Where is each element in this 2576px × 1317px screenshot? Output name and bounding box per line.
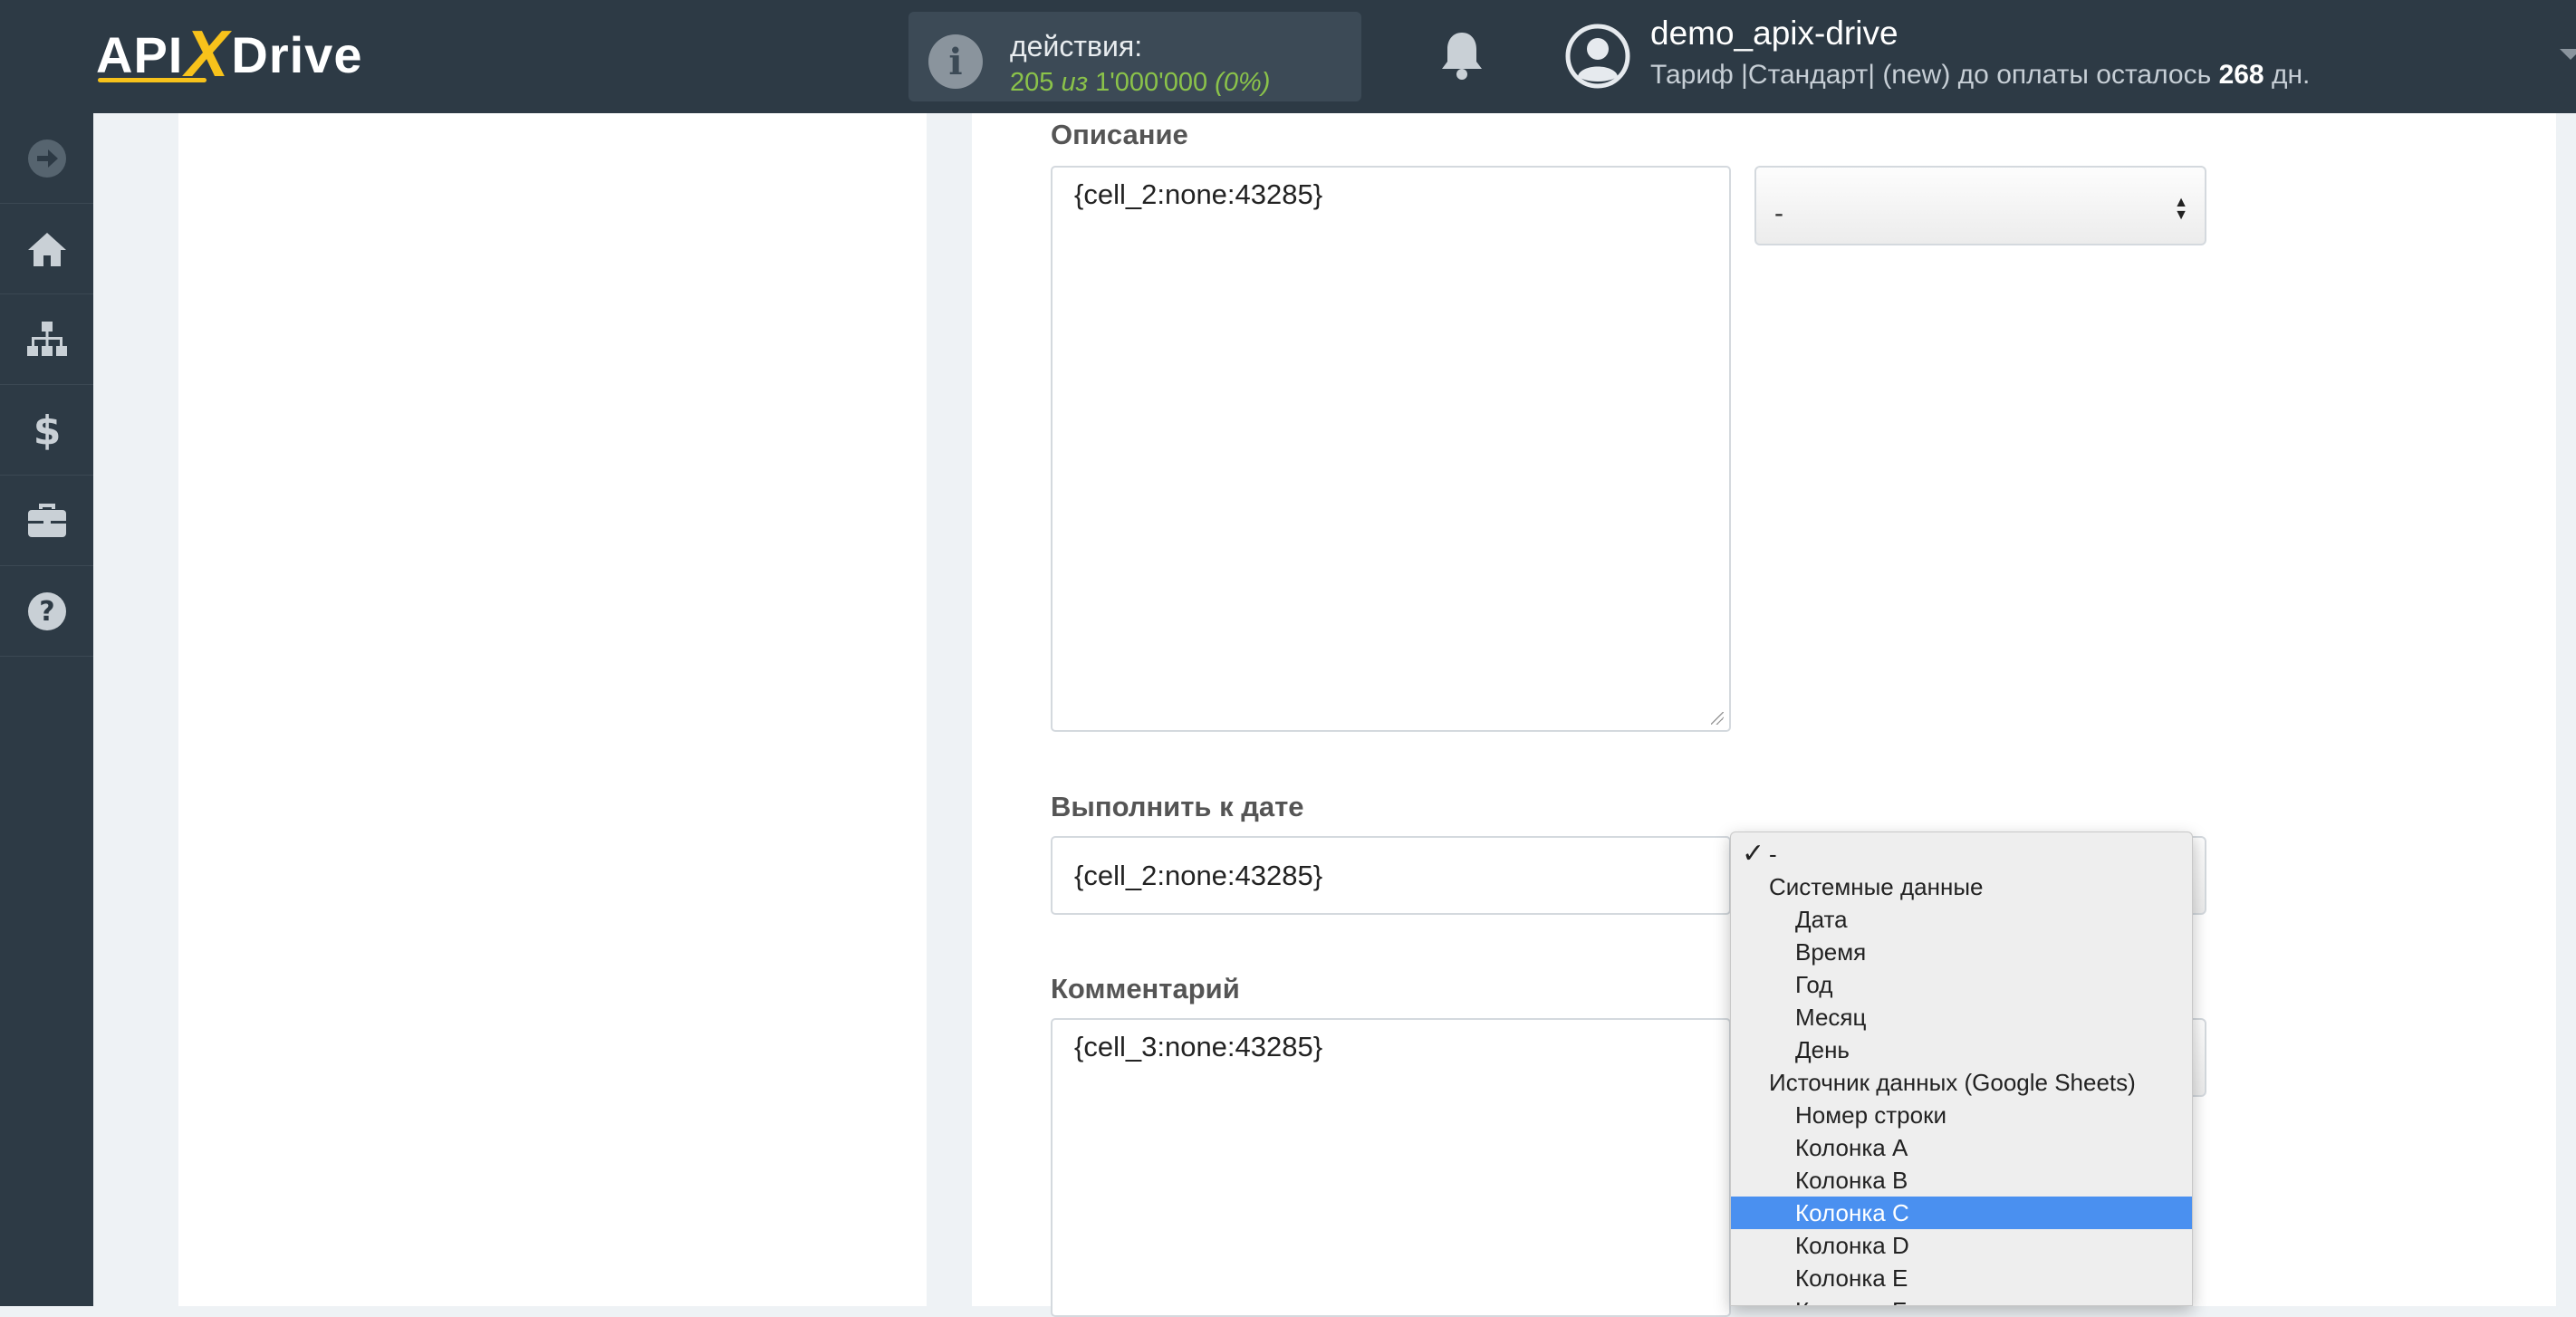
comment-label: Комментарий [1051, 973, 1240, 1005]
dropdown-option-column-b[interactable]: Колонка B [1731, 1164, 2192, 1197]
dropdown-option-column-d[interactable]: Колонка D [1731, 1229, 2192, 1262]
arrow-right-circle-icon [27, 139, 66, 178]
comment-textarea[interactable]: {cell_3:none:43285} [1051, 1018, 1731, 1317]
logo-api: API [96, 25, 184, 83]
actions-percent: (0%) [1215, 68, 1271, 97]
logo-drive: Drive [231, 25, 363, 83]
logo-underline [98, 78, 207, 82]
due-date-label: Выполнить к дате [1051, 791, 1304, 822]
home-icon [27, 232, 66, 266]
description-label: Описание [1051, 119, 1188, 150]
checkmark-icon: ✓ [1742, 839, 1765, 869]
sidebar-item-expand[interactable] [0, 113, 93, 204]
dollar-icon: $ [33, 409, 61, 451]
top-bar: API X Drive i действия: 205 из 1'000'000 (… [0, 0, 2576, 113]
dropdown-option-date[interactable]: Дата [1731, 903, 2192, 936]
svg-text:?: ? [39, 596, 54, 628]
dropdown-option-label: - [1769, 841, 1777, 868]
due-date-value: {cell_2:none:43285} [1074, 860, 1323, 891]
due-date-input[interactable]: {cell_2:none:43285} [1051, 836, 1731, 915]
chevron-down-icon[interactable] [2560, 49, 2576, 60]
info-icon: i [928, 34, 983, 89]
resize-handle[interactable] [1711, 712, 1724, 725]
comment-value: {cell_3:none:43285} [1074, 1031, 1323, 1062]
left-panel [178, 113, 927, 1306]
field-options-dropdown[interactable]: ✓ - Системные данные Дата Время Год Меся… [1730, 832, 2193, 1306]
dropdown-option-year[interactable]: Год [1731, 968, 2192, 1001]
svg-text:$: $ [33, 409, 61, 451]
sidebar: $ ? [0, 113, 93, 1306]
actions-label: действия: [1010, 30, 1143, 62]
panel-gap [927, 113, 972, 1306]
sitemap-icon [26, 321, 67, 356]
actions-count: 205 из 1'000'000 (0%) [1010, 68, 1270, 98]
dropdown-option-day[interactable]: День [1731, 1033, 2192, 1066]
sidebar-item-connections[interactable] [0, 294, 93, 385]
actions-used: 205 [1010, 68, 1054, 97]
right-gutter [2556, 113, 2576, 1306]
select-arrows-icon: ▲ ▼ [2174, 195, 2188, 223]
tariff-days-unit: дн. [2271, 60, 2311, 90]
bell-icon[interactable] [1438, 29, 1485, 82]
dropdown-option-none[interactable]: ✓ - [1731, 838, 2192, 870]
description-value: {cell_2:none:43285} [1074, 178, 1323, 210]
sidebar-item-help[interactable]: ? [0, 566, 93, 657]
dropdown-option-column-c[interactable]: Колонка C [1731, 1197, 2192, 1229]
username[interactable]: demo_apix-drive [1650, 14, 1898, 53]
description-textarea[interactable]: {cell_2:none:43285} [1051, 166, 1731, 732]
briefcase-icon [27, 503, 66, 537]
dropdown-option-time[interactable]: Время [1731, 936, 2192, 968]
actions-total: 1'000'000 [1095, 68, 1208, 97]
help-circle-icon: ? [27, 591, 66, 630]
dropdown-group-source: Источник данных (Google Sheets) [1769, 1069, 2136, 1096]
actions-of: из [1061, 68, 1089, 97]
tariff-info: Тариф |Стандарт| (new) до оплаты осталос… [1650, 60, 2310, 91]
sidebar-item-billing[interactable]: $ [0, 385, 93, 476]
tariff-text: Тариф |Стандарт| (new) до оплаты осталос… [1650, 60, 2212, 90]
dropdown-option-column-a[interactable]: Колонка A [1731, 1131, 2192, 1164]
tariff-days: 268 [2218, 60, 2264, 90]
actions-counter: i действия: 205 из 1'000'000 (0%) [908, 12, 1361, 101]
sidebar-item-services[interactable] [0, 476, 93, 566]
dropdown-option-row-number[interactable]: Номер строки [1731, 1099, 2192, 1131]
dropdown-group-system: Системные данные [1769, 873, 1984, 900]
description-select-value: - [1774, 198, 1783, 228]
dropdown-option-month[interactable]: Месяц [1731, 1001, 2192, 1033]
dropdown-option-column-f[interactable]: Колонка F [1731, 1294, 2192, 1305]
dropdown-option-column-e[interactable]: Колонка E [1731, 1262, 2192, 1294]
user-avatar-icon[interactable] [1565, 24, 1630, 89]
description-field-select[interactable]: - ▲ ▼ [1754, 166, 2206, 245]
sidebar-item-home[interactable] [0, 204, 93, 294]
